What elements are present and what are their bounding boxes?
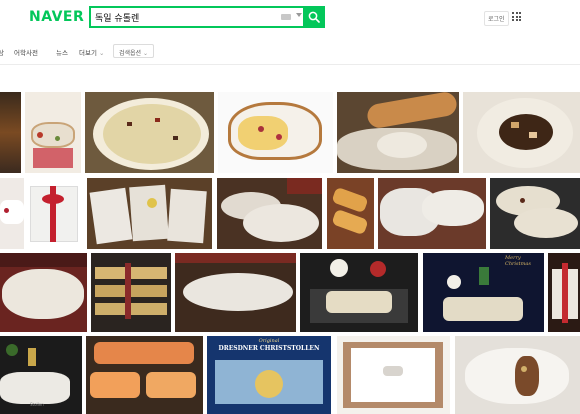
image-result[interactable] — [87, 178, 212, 249]
image-result[interactable] — [25, 92, 81, 173]
tab-more[interactable]: 더보기 ⌄ — [79, 47, 104, 57]
image-result[interactable] — [28, 178, 82, 249]
image-result[interactable] — [86, 336, 203, 414]
login-button[interactable]: 로그인 — [484, 11, 509, 26]
search-box[interactable] — [89, 6, 325, 28]
image-result[interactable] — [337, 336, 450, 414]
search-options-button[interactable]: 검색옵션 ⌄ — [113, 44, 155, 58]
search-options-label: 검색옵션 — [119, 50, 142, 57]
tab-dictionary[interactable]: 어학사전 — [14, 47, 38, 57]
search-button[interactable] — [303, 6, 325, 28]
christmas-text: Merry Christmas — [505, 255, 531, 267]
image-result[interactable]: Merry Christmas — [423, 253, 544, 332]
watermark-text: Stollen — [30, 402, 44, 407]
image-result[interactable] — [0, 253, 87, 332]
image-result[interactable] — [85, 92, 214, 173]
tab-partial[interactable]: 상 — [0, 47, 4, 57]
image-result[interactable] — [490, 178, 580, 249]
image-result[interactable] — [337, 92, 459, 173]
image-result[interactable] — [378, 178, 486, 249]
image-result[interactable] — [91, 253, 171, 332]
image-result[interactable] — [548, 253, 580, 332]
image-result[interactable] — [300, 253, 418, 332]
box-brand-main: DRESDNER CHRISTSTOLLEN — [218, 345, 320, 352]
image-result[interactable] — [175, 253, 296, 332]
box-brand-top: Original — [258, 338, 280, 344]
search-input[interactable] — [95, 9, 275, 25]
image-result[interactable] — [455, 336, 580, 414]
apps-grid-icon[interactable] — [512, 12, 521, 21]
tab-news[interactable]: 뉴스 — [56, 47, 68, 57]
divider — [0, 64, 580, 65]
search-icon — [308, 11, 320, 23]
image-result[interactable]: Original DRESDNER CHRISTSTOLLEN — [207, 336, 331, 414]
chevron-down-icon: ⌄ — [99, 49, 105, 57]
image-result[interactable] — [0, 178, 24, 249]
image-result[interactable] — [0, 92, 21, 173]
naver-logo[interactable]: NAVER — [29, 9, 84, 25]
image-result[interactable] — [463, 92, 580, 173]
image-result[interactable] — [217, 178, 322, 249]
chevron-down-icon: ⌄ — [143, 50, 149, 57]
tab-more-label: 더보기 — [79, 49, 97, 57]
image-result[interactable]: Stollen — [0, 336, 82, 414]
keyboard-icon[interactable] — [281, 14, 291, 20]
image-result[interactable] — [218, 92, 333, 173]
image-result[interactable] — [327, 178, 374, 249]
autocomplete-dropdown-icon[interactable] — [296, 13, 302, 17]
